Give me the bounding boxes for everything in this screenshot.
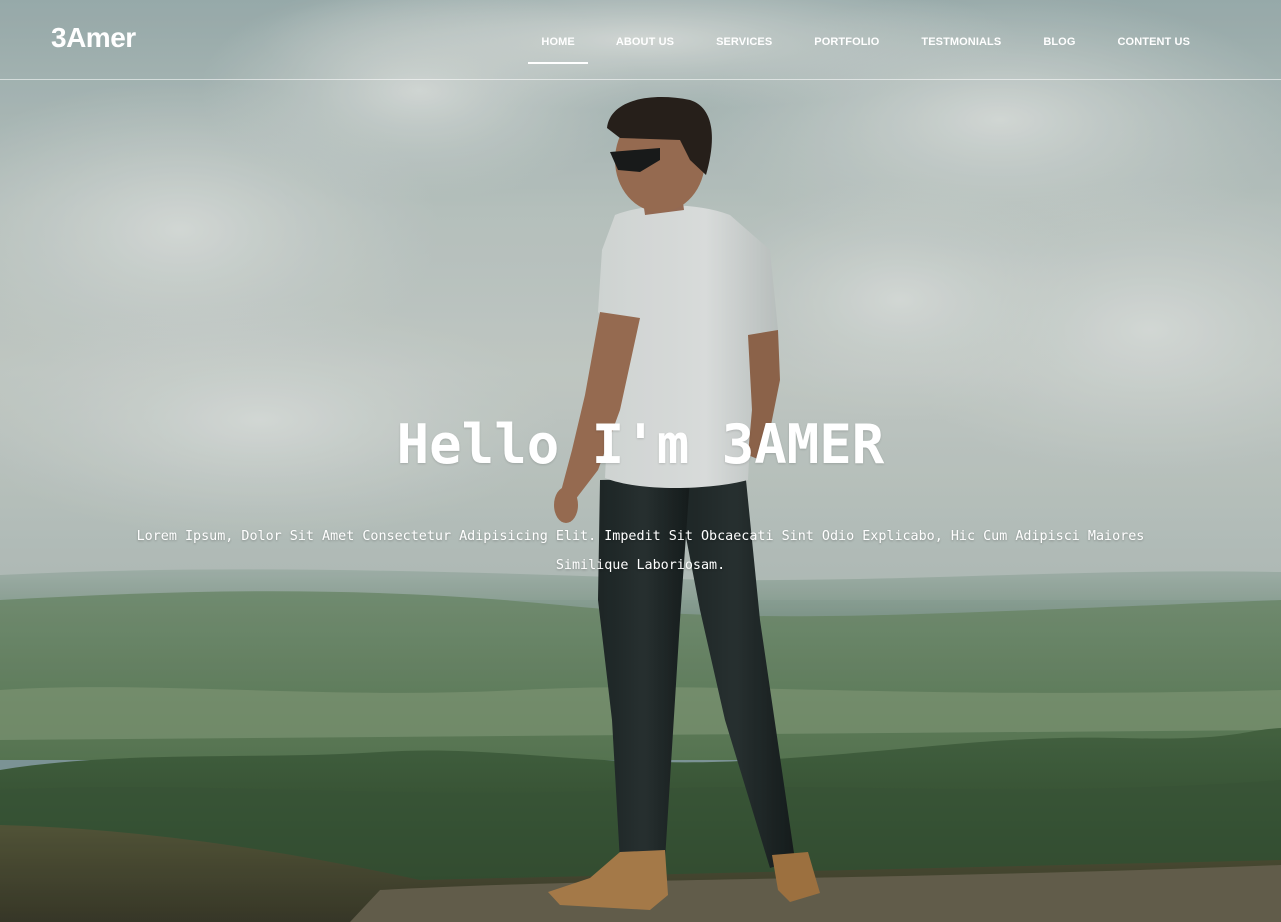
brand-logo[interactable]: 3Amer [51, 22, 136, 54]
nav-item-testimonials: TESTMONIALS [900, 26, 1022, 64]
nav-menu: HOME ABOUT US SERVICES PORTFOLIO TESTMON… [521, 26, 1211, 64]
hero-title: Hello I'm 3AMER [396, 413, 885, 476]
nav-link-testimonials[interactable]: TESTMONIALS [920, 26, 1002, 62]
nav-link-blog[interactable]: BLOG [1042, 26, 1076, 62]
nav-item-blog: BLOG [1022, 26, 1096, 64]
nav-item-services: SERVICES [695, 26, 793, 64]
nav-item-home: HOME [521, 26, 594, 64]
nav-item-about-us: ABOUT US [595, 26, 695, 64]
nav-link-services[interactable]: SERVICES [715, 26, 773, 62]
navbar: 3Amer HOME ABOUT US SERVICES PORTFOLIO T… [0, 0, 1281, 80]
nav-link-home[interactable]: HOME [528, 26, 588, 64]
nav-link-about-us[interactable]: ABOUT US [615, 26, 675, 62]
nav-link-portfolio[interactable]: PORTFOLIO [813, 26, 880, 62]
hero-section: 3Amer HOME ABOUT US SERVICES PORTFOLIO T… [0, 0, 1281, 922]
hero-description: Lorem Ipsum, Dolor Sit Amet Consectetur … [136, 529, 1145, 573]
nav-item-contact-us: CONTENT US [1097, 26, 1212, 64]
nav-link-contact-us[interactable]: CONTENT US [1117, 26, 1192, 62]
nav-item-portfolio: PORTFOLIO [793, 26, 900, 64]
